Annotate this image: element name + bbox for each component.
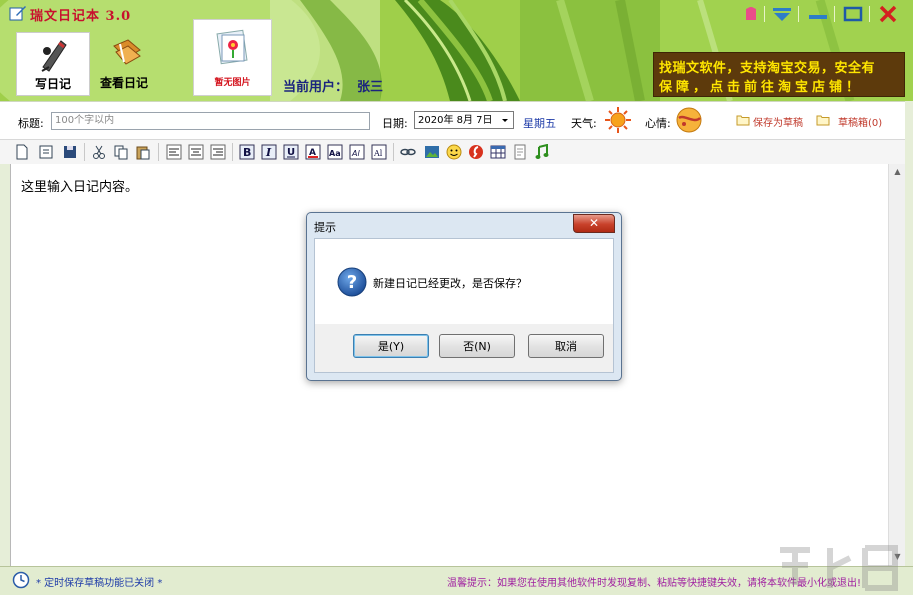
date-value: 2020年 8月 7日 [418,115,493,126]
insert-table-icon[interactable] [490,144,506,160]
clock-icon [12,571,30,589]
new-doc-icon[interactable] [14,144,30,160]
save-prompt-dialog: 提示 ✕ ? 新建日记已经更改，是否保存？ 是(Y) 否(N) 取消 [306,212,622,381]
question-icon: ? [337,267,367,297]
svg-text:Aa: Aa [329,149,341,158]
svg-text:U: U [287,147,295,158]
font-style-icon[interactable]: Al [349,144,365,160]
scroll-up-arrow[interactable]: ▲ [892,167,903,177]
save-icon[interactable] [62,144,78,160]
write-diary-label: 写日记 [34,77,71,91]
weather-label: 天气: [571,117,597,130]
document-icon[interactable] [512,144,528,160]
title-separator [798,6,799,22]
close-icon[interactable] [876,5,900,23]
chevron-down-icon[interactable] [499,112,511,128]
current-user-label: 当前用户： [283,80,349,95]
svg-text:I: I [265,146,272,159]
title-separator [764,6,765,22]
dialog-button-bar: 是(Y) 否(N) 取消 [314,324,614,373]
mood-label: 心情: [645,117,671,130]
cancel-button[interactable]: 取消 [528,334,604,358]
title-separator [869,6,870,22]
dialog-body: ? 新建日记已经更改，是否保存？ [314,238,614,326]
font-family-icon[interactable]: Al [371,144,387,160]
app-logo-icon [9,6,26,21]
svg-text:B: B [243,146,251,159]
title-separator [834,6,835,22]
skin-icon[interactable] [739,5,763,23]
link-icon[interactable] [400,144,416,160]
mood-face-icon[interactable] [674,106,704,134]
current-user-name: 张三 [357,80,384,95]
editor-left-border [0,164,10,566]
header-banner: 瑞文日记本 3.0 写日记 查看日记 暂无图片 当前用户： 张三 找瑞文软件，支… [0,0,913,101]
cut-icon[interactable] [91,144,107,160]
dialog-close-button[interactable]: ✕ [573,214,615,233]
date-label: 日期: [382,117,408,130]
promo-line-2: 保障，点击前往淘宝店铺！ [659,80,864,95]
align-center-icon[interactable] [188,144,204,160]
music-icon[interactable] [534,144,550,160]
photo-placeholder-icon [216,29,248,65]
minimize-icon[interactable] [806,5,830,23]
view-diary-icon [113,39,141,65]
copy-icon[interactable] [113,144,129,160]
svg-text:Al: Al [351,149,360,158]
date-picker[interactable]: 2020年 8月 7日 [414,111,514,129]
folder-icon [816,115,830,126]
emoticon-icon[interactable] [446,144,462,160]
title-label: 标题: [18,117,44,130]
svg-text:?: ? [347,272,357,293]
write-diary-button[interactable]: 写日记 [16,32,90,96]
window-right-border [905,101,913,595]
insert-image-icon[interactable] [424,144,440,160]
sun-weather-icon[interactable] [603,105,633,135]
svg-text:Al: Al [373,149,383,158]
yes-button[interactable]: 是(Y) [353,334,429,358]
font-size-icon[interactable]: Aa [327,144,343,160]
toolbar-separator [84,143,85,161]
watermark-logo [780,545,898,591]
view-diary-label: 查看日记 [99,76,148,90]
italic-icon[interactable]: I [261,144,277,160]
weekday-text: 星期五 [523,117,556,130]
auto-save-status: * 定时保存草稿功能已关闭 * [36,578,163,589]
draft-box-link[interactable]: 草稿箱(0) [838,114,882,129]
diary-content-text: 这里输入日记内容。 [21,180,139,195]
font-color-icon[interactable]: A [305,144,321,160]
app-window: 瑞文日记本 3.0 写日记 查看日记 暂无图片 当前用户： 张三 找瑞文软件，支… [0,0,913,595]
bold-icon[interactable]: B [239,144,255,160]
no-photo-panel[interactable]: 暂无图片 [193,19,272,96]
dialog-title: 提示 [314,221,336,234]
write-diary-icon [41,40,67,72]
align-right-icon[interactable] [210,144,226,160]
diary-info-row: 标题: 100个字以内 日期: 2020年 8月 7日 星期五 天气: 心情: … [0,101,913,140]
underline-icon[interactable]: U [283,144,299,160]
toolbar-separator [158,143,159,161]
open-doc-icon[interactable] [38,144,54,160]
menu-dropdown-icon[interactable] [770,5,794,23]
close-x-icon: ✕ [588,216,600,230]
toolbar-separator [393,143,394,161]
folder-icon [736,115,750,126]
flash-icon[interactable] [468,144,484,160]
paste-icon[interactable] [135,144,151,160]
app-title: 瑞文日记本 3.0 [30,9,132,24]
no-photo-label: 暂无图片 [214,78,251,88]
toolbar-separator [232,143,233,161]
title-input[interactable]: 100个字以内 [51,112,370,130]
editor-scrollbar[interactable]: ▲ ▼ [888,164,906,566]
promo-line-1: 找瑞文软件，支持淘宝交易，安全有 [659,61,876,76]
view-diary-button[interactable]: 查看日记 [88,32,160,94]
maximize-icon[interactable] [841,5,865,23]
no-button[interactable]: 否(N) [439,334,515,358]
save-draft-link[interactable]: 保存为草稿 [753,114,803,129]
taobao-promo-banner[interactable]: 找瑞文软件，支持淘宝交易，安全有 保障，点击前往淘宝店铺！ [653,52,905,97]
align-left-icon[interactable] [166,144,182,160]
editor-toolbar: B I U A Aa Al Al [0,139,913,165]
dialog-message: 新建日记已经更改，是否保存？ [373,277,527,290]
